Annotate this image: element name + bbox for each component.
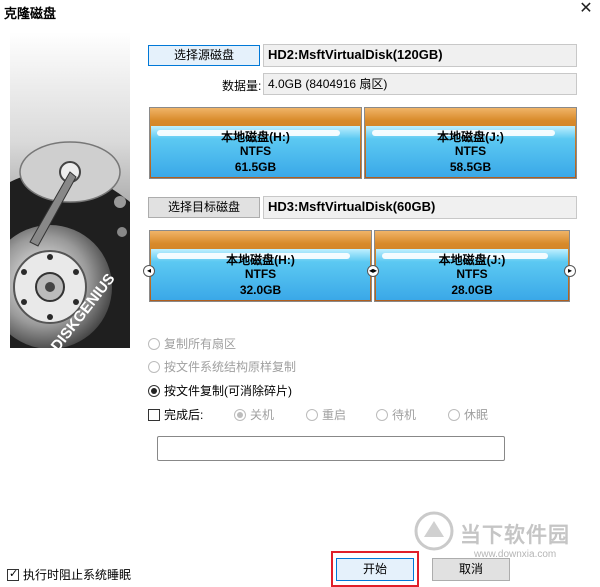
partition-name: 本地磁盘(H:) xyxy=(221,130,290,144)
checkbox-label: 执行时阻止系统睡眠 xyxy=(23,568,132,582)
radio-selected-icon xyxy=(234,409,246,421)
option-label: 休眠 xyxy=(464,408,489,422)
option-label: 重启 xyxy=(322,408,347,422)
target-partition-h[interactable]: 本地磁盘(H:) NTFS 32.0GB xyxy=(149,230,372,302)
radio-selected-icon xyxy=(148,385,160,397)
start-button[interactable]: 开始 xyxy=(336,558,414,581)
select-target-disk-button[interactable]: 选择目标磁盘 xyxy=(148,197,260,218)
after-restart-option[interactable]: 重启 xyxy=(306,406,346,423)
copy-all-sectors-option[interactable]: 复制所有扇区 xyxy=(148,335,236,352)
checkbox-label: 完成后: xyxy=(164,408,204,422)
source-partition-h[interactable]: 本地磁盘(H:) NTFS 61.5GB xyxy=(149,107,362,179)
select-source-disk-button[interactable]: 选择源磁盘 xyxy=(148,45,260,66)
copy-by-structure-option[interactable]: 按文件系统结构原样复制 xyxy=(148,358,296,375)
resize-handle-right-icon[interactable]: ▸ xyxy=(564,265,576,277)
radio-icon xyxy=(148,361,160,373)
after-complete-checkbox[interactable]: 完成后: xyxy=(148,406,203,423)
copy-by-file-option[interactable]: 按文件复制(可消除碎片) xyxy=(148,382,292,399)
after-shutdown-option[interactable]: 关机 xyxy=(234,406,274,423)
radio-icon xyxy=(306,409,318,421)
option-label: 复制所有扇区 xyxy=(164,337,237,351)
partition-filesystem: NTFS xyxy=(456,267,488,281)
after-standby-option[interactable]: 待机 xyxy=(376,406,416,423)
window-title: 克隆磁盘 xyxy=(4,6,57,21)
after-sleep-option[interactable]: 休眠 xyxy=(448,406,488,423)
source-capacity-value: 4.0GB (8404916 扇区) xyxy=(263,73,577,95)
status-text-field[interactable] xyxy=(157,436,505,461)
watermark-logo-icon xyxy=(414,511,454,551)
source-capacity-label: 数据量: xyxy=(222,79,262,93)
option-label: 待机 xyxy=(392,408,417,422)
partition-size: 32.0GB xyxy=(239,283,282,297)
radio-icon xyxy=(148,338,160,350)
source-disk-name: HD2:MsftVirtualDisk(120GB) xyxy=(263,44,577,67)
source-partition-j[interactable]: 本地磁盘(J:) NTFS 58.5GB xyxy=(364,107,577,179)
watermark-name: 当下软件园 xyxy=(460,524,570,547)
checkbox-icon xyxy=(148,409,160,421)
checkbox-checked-icon xyxy=(7,567,19,581)
radio-icon xyxy=(376,409,388,421)
partition-size: 61.5GB xyxy=(234,160,277,174)
partition-name: 本地磁盘(H:) xyxy=(226,253,295,267)
partition-filesystem: NTFS xyxy=(239,144,272,158)
option-label: 按文件复制(可消除碎片) xyxy=(164,384,292,398)
target-partition-j[interactable]: 本地磁盘(J:) NTFS 28.0GB xyxy=(374,230,570,302)
resize-handle-middle-icon[interactable]: ◂▸ xyxy=(367,265,379,277)
partition-size: 28.0GB xyxy=(451,283,493,297)
partition-filesystem: NTFS xyxy=(244,267,277,281)
resize-handle-left-icon[interactable]: ◂ xyxy=(143,265,155,277)
close-icon[interactable]: ✕ xyxy=(575,0,597,20)
hard-disk-illustration: DISKGENIUS xyxy=(10,32,130,348)
partition-name: 本地磁盘(J:) xyxy=(437,130,504,144)
cancel-button[interactable]: 取消 xyxy=(432,558,510,581)
partition-filesystem: NTFS xyxy=(454,144,487,158)
option-label: 按文件系统结构原样复制 xyxy=(164,360,297,374)
partition-name: 本地磁盘(J:) xyxy=(438,253,506,267)
prevent-sleep-checkbox[interactable]: 执行时阻止系统睡眠 xyxy=(7,566,131,583)
title-bar: 克隆磁盘 ✕ xyxy=(0,0,600,22)
target-disk-name: HD3:MsftVirtualDisk(60GB) xyxy=(263,196,577,219)
option-label: 关机 xyxy=(250,408,275,422)
partition-size: 58.5GB xyxy=(449,160,492,174)
radio-icon xyxy=(448,409,460,421)
